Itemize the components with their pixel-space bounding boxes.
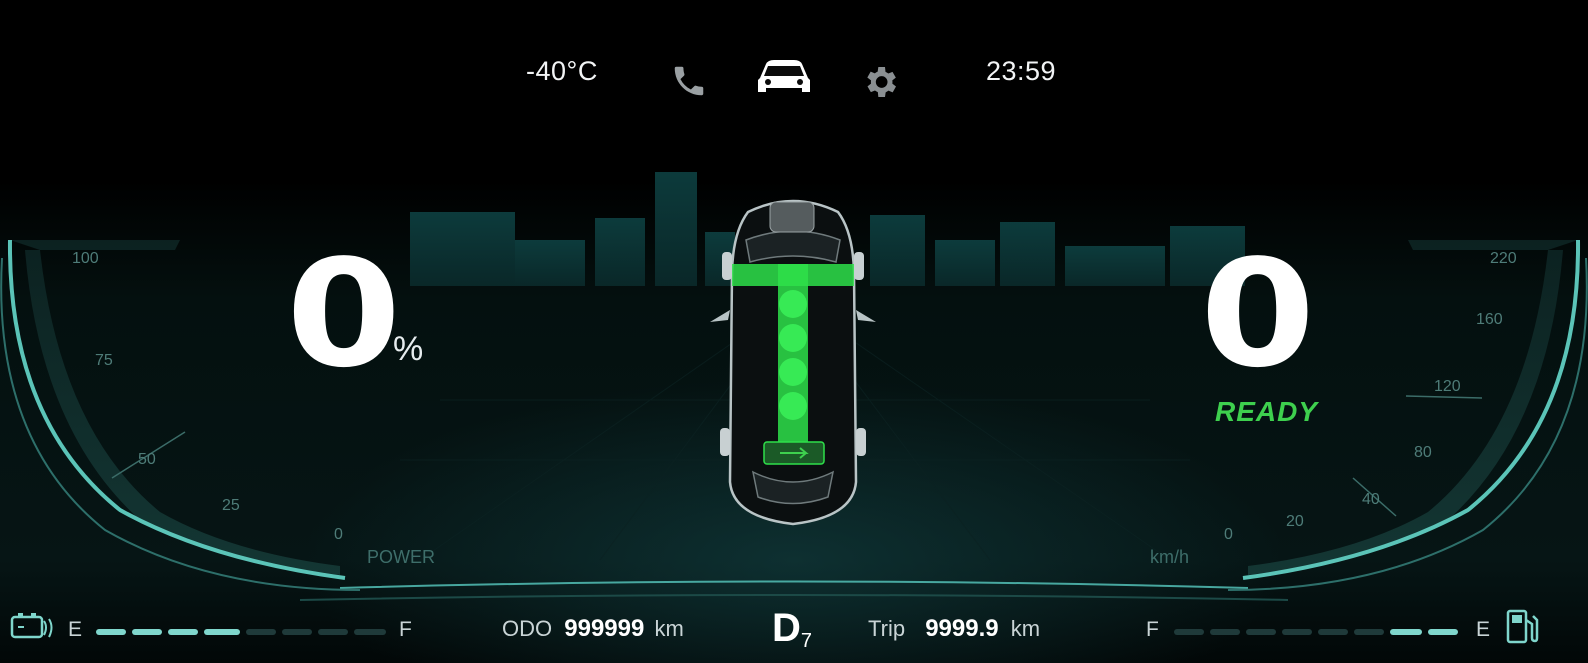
speed-tick-160: 160 (1476, 311, 1503, 328)
gear-number: 7 (800, 630, 813, 652)
speed-tick-120: 120 (1434, 378, 1461, 395)
battery-level-segment (246, 629, 276, 635)
battery-level-segment (282, 629, 312, 635)
car-icon[interactable] (754, 52, 814, 103)
gear-indicator: D7 (772, 606, 812, 653)
battery-percentage-value: 0 (286, 228, 402, 400)
fuel-level-segment (1210, 629, 1240, 635)
fuel-level-segment (1318, 629, 1348, 635)
trip-unit: km (1010, 616, 1041, 641)
car-topview-power-flow (710, 199, 876, 526)
ready-status: READY (1215, 396, 1319, 427)
power-tick-50: 50 (138, 451, 156, 468)
odo-value: 999999 (564, 615, 645, 642)
speed-unit-label: km/h (1150, 547, 1190, 567)
trip-value: 9999.9 (925, 615, 999, 642)
battery-level-segment (204, 629, 240, 635)
power-tick-100: 100 (72, 250, 99, 267)
fuel-level-segment (1246, 629, 1276, 635)
speed-tick-0: 0 (1224, 526, 1233, 543)
fuel-level-segment (1282, 629, 1312, 635)
fuel-pump-icon (1504, 608, 1540, 651)
phone-icon[interactable] (670, 62, 708, 105)
power-tick-25: 25 (222, 497, 240, 514)
trip-meter: Trip 9999.9 km (868, 615, 1040, 643)
battery-level-segment (354, 629, 386, 635)
fuel-level-segment (1354, 629, 1384, 635)
battery-level-segment (318, 629, 348, 635)
battery-percent-unit: % (393, 330, 424, 368)
odo-label: ODO (502, 616, 553, 641)
clock: 23:59 (986, 56, 1057, 86)
settings-gear-icon[interactable] (860, 62, 900, 107)
fuel-level-empty-label: E (1476, 618, 1491, 641)
odo-unit: km (654, 616, 684, 641)
battery-level-full-label: F (399, 618, 412, 641)
battery-level-empty-label: E (68, 618, 83, 641)
speed-tick-40: 40 (1362, 491, 1380, 508)
battery-level-segment (96, 629, 126, 635)
speed-tick-80: 80 (1414, 444, 1432, 461)
outside-temperature: -40°C (526, 56, 598, 86)
trip-label: Trip (868, 616, 906, 641)
speed-value: 0 (1200, 228, 1316, 400)
odometer: ODO 999999 km (502, 615, 684, 643)
battery-level-segment (168, 629, 198, 635)
instrument-cluster: -40°C 23:59 0 % 100 75 50 25 0 POWER 0 R… (0, 0, 1588, 663)
gear-letter: D (772, 606, 801, 650)
power-gauge-label: POWER (367, 547, 436, 567)
power-tick-75: 75 (95, 352, 113, 369)
fuel-level-full-label: F (1146, 618, 1159, 641)
speed-tick-220: 220 (1490, 250, 1517, 267)
battery-level-segment (132, 629, 162, 635)
fuel-level-segment (1390, 629, 1422, 635)
battery-icon (10, 611, 56, 648)
power-tick-0: 0 (334, 526, 343, 543)
fuel-level-segment (1428, 629, 1458, 635)
speed-tick-20: 20 (1286, 513, 1304, 530)
fuel-level-segment (1174, 629, 1204, 635)
